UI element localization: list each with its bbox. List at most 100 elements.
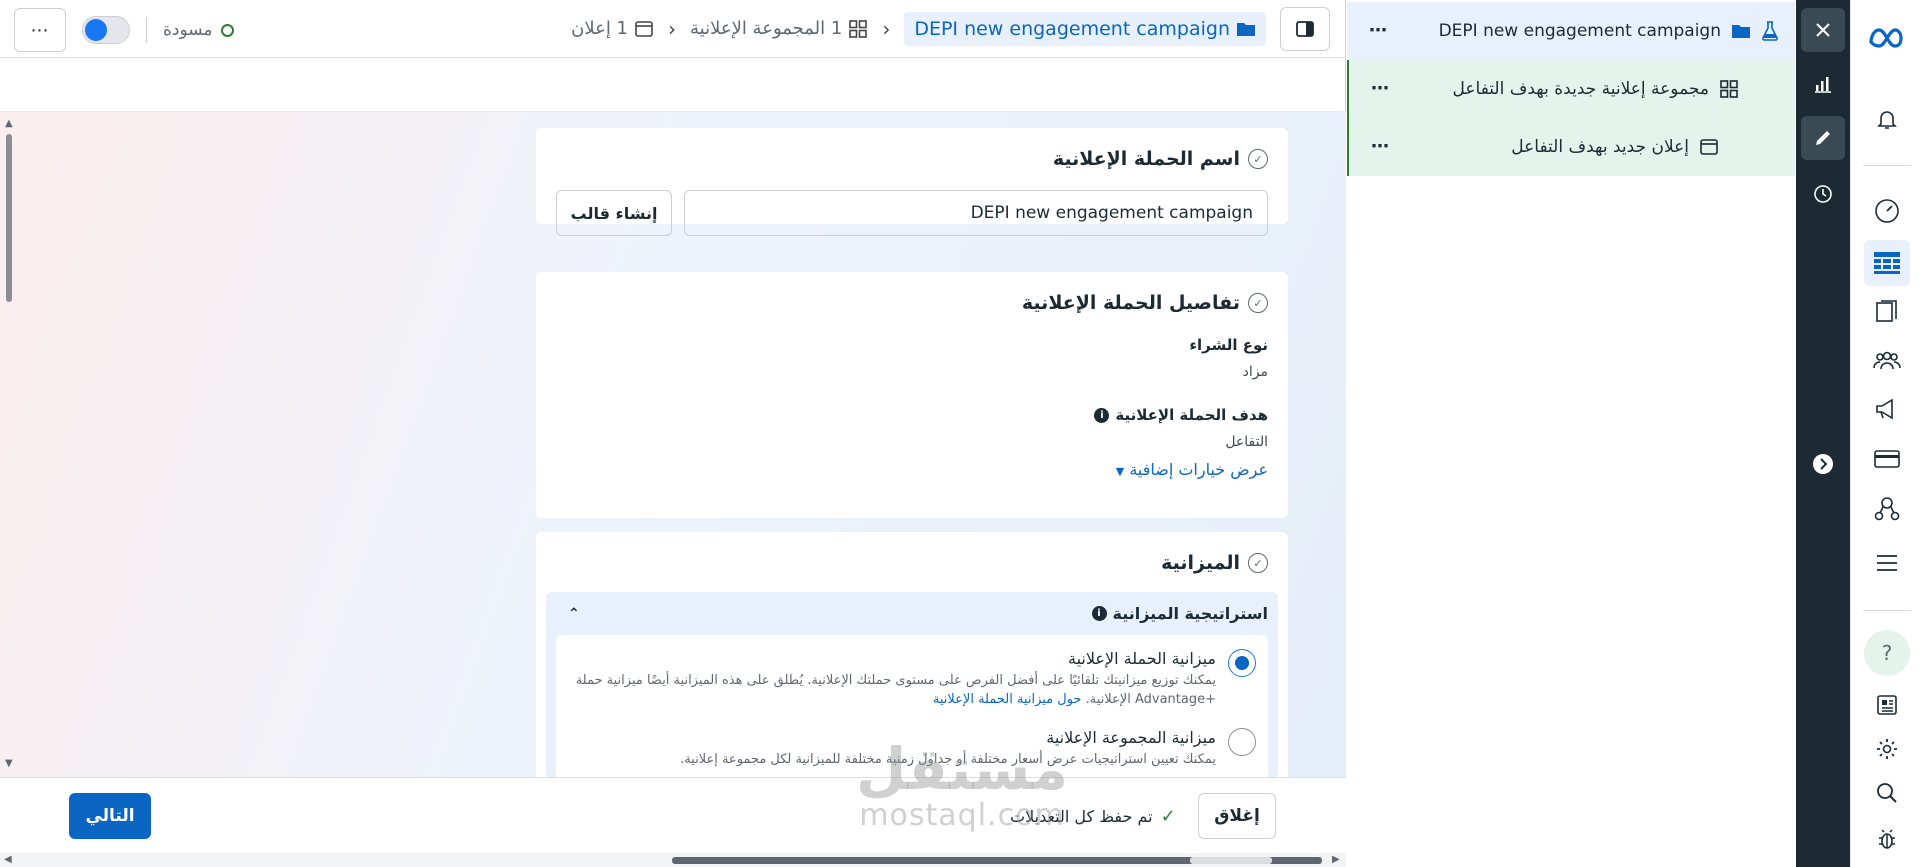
chevron-right-circle-icon[interactable]: [1801, 442, 1845, 486]
radio-selected[interactable]: [1228, 649, 1256, 677]
editor-bottombar: التالي ✓ تم حفظ كل التعديلات إغلاق: [0, 777, 1346, 853]
check-circle-icon: ✓: [1248, 553, 1268, 573]
news-icon[interactable]: [1864, 682, 1910, 728]
topbar-actions: ⋯ مسودة: [14, 8, 234, 52]
budget-strategy-label-row: استراتيجية الميزانية i: [1091, 604, 1269, 623]
budget-option-text: ميزانية الحملة الإعلانية يمكنك توزيع ميز…: [568, 649, 1216, 710]
tree-item-label: إعلان جديد بهدف التفاعل: [1511, 137, 1689, 157]
help-icon[interactable]: ?: [1864, 630, 1910, 676]
budget-heading: ✓ الميزانية: [556, 552, 1268, 574]
about-campaign-budget-link[interactable]: حول ميزانية الحملة الإعلانية: [933, 692, 1082, 707]
budget-options: ميزانية الحملة الإعلانية يمكنك توزيع ميز…: [556, 635, 1268, 777]
audience-icon[interactable]: [1864, 338, 1910, 384]
campaign-name-input[interactable]: DEPI new engagement campaign: [684, 190, 1268, 236]
pencil-icon[interactable]: [1801, 116, 1845, 160]
info-icon[interactable]: i: [1094, 407, 1110, 423]
ad-icon: [1699, 138, 1719, 156]
objective-value: التفاعل: [1225, 434, 1268, 450]
budget-option-adset[interactable]: ميزانية المجموعة الإعلانية يمكنك تعيين ا…: [568, 727, 1256, 770]
search-icon[interactable]: [1864, 770, 1910, 816]
next-button[interactable]: التالي: [69, 793, 151, 839]
radio-unselected[interactable]: [1228, 727, 1256, 756]
breadcrumb-campaign[interactable]: DEPI new engagement campaign: [904, 11, 1266, 46]
campaign-name-card: ✓ اسم الحملة الإعلانية DEPI new engageme…: [536, 128, 1288, 236]
breadcrumb-adset-label: 1 المجموعة الإعلانية: [690, 18, 843, 39]
editor-subbar: [0, 58, 1346, 112]
campaign-name-title: اسم الحملة الإعلانية: [1052, 148, 1240, 170]
close-button[interactable]: إغلاق: [1198, 793, 1276, 839]
budget-option-title: ميزانية الحملة الإعلانية: [1068, 649, 1216, 668]
toggle-knob: [85, 19, 107, 41]
more-options-button[interactable]: ⋯: [14, 8, 66, 52]
breadcrumb-campaign-label: DEPI new engagement campaign: [914, 17, 1230, 40]
editor-pane: DEPI new engagement campaign ‹ 1 المجموع…: [0, 0, 1346, 867]
nav-divider: [1863, 165, 1911, 166]
info-icon[interactable]: i: [1091, 606, 1107, 621]
chevron-up-icon[interactable]: ⌃: [556, 606, 580, 622]
megaphone-icon[interactable]: [1864, 386, 1910, 432]
bell-icon[interactable]: [1864, 96, 1910, 142]
business-network-icon[interactable]: [1864, 486, 1910, 532]
editor-topbar: DEPI new engagement campaign ‹ 1 المجموع…: [0, 0, 1346, 58]
grid-icon: [1719, 79, 1739, 99]
budget-option-text: ميزانية المجموعة الإعلانية يمكنك تعيين ا…: [680, 728, 1216, 770]
budget-option-desc: يمكنك تعيين استراتيجيات عرض أسعار مختلفة…: [680, 751, 1216, 767]
table-icon[interactable]: [1864, 240, 1910, 286]
buying-type-value: مزاد: [1242, 364, 1268, 380]
scrollbar-thumb[interactable]: [6, 134, 12, 302]
chevron-left-icon: ‹: [882, 16, 891, 41]
nav-divider: [1863, 610, 1911, 611]
editor-canvas: ✓ اسم الحملة الإعلانية DEPI new engageme…: [0, 112, 1346, 777]
tree-item-ad[interactable]: إعلان جديد بهدف التفاعل ⋯: [1347, 118, 1795, 176]
budget-option-campaign[interactable]: ميزانية الحملة الإعلانية يمكنك توزيع ميز…: [568, 649, 1256, 710]
more-icon[interactable]: ⋯: [1369, 20, 1388, 41]
objective-label-row: هدف الحملة الإعلانية i: [556, 406, 1268, 424]
budget-strategy-label: استراتيجية الميزانية: [1112, 604, 1269, 623]
campaign-details-heading: ✓ تفاصيل الحملة الإعلانية: [556, 292, 1268, 314]
tree-item-campaign[interactable]: DEPI new engagement campaign ⋯: [1347, 2, 1795, 60]
clock-icon[interactable]: [1801, 172, 1845, 216]
panel-toggle-button[interactable]: [1280, 6, 1330, 51]
meta-logo-icon[interactable]: [1864, 14, 1910, 60]
radio-dot: [1235, 656, 1249, 670]
campaign-details-card: ✓ تفاصيل الحملة الإعلانية نوع الشراء مزا…: [536, 272, 1288, 518]
more-icon[interactable]: ⋯: [1371, 78, 1390, 99]
horizontal-scrollbar[interactable]: ◀ ▶: [0, 853, 1346, 867]
tree-item-adset[interactable]: مجموعة إعلانية جديدة بهدف التفاعل ⋯: [1347, 60, 1795, 118]
scroll-right-icon[interactable]: ▶: [1332, 854, 1340, 865]
settings-gear-icon[interactable]: [1864, 726, 1910, 772]
scroll-down-icon[interactable]: ▼: [5, 758, 13, 769]
breadcrumb-ad[interactable]: 1 إعلان: [571, 18, 654, 39]
more-options-link[interactable]: عرض خيارات إضافية ▼: [556, 460, 1268, 479]
draft-status-label: مسودة: [163, 20, 213, 40]
vertical-scrollbar[interactable]: ▲ ▼: [3, 118, 15, 773]
budget-strategy-section: استراتيجية الميزانية i ⌃ ميزانية الحملة …: [546, 592, 1278, 777]
credit-card-icon[interactable]: [1864, 436, 1910, 482]
budget-option-desc: يمكنك توزيع ميزانيتك تلقائيًا على أفضل ا…: [568, 672, 1216, 710]
check-circle-icon: ✓: [1248, 293, 1268, 313]
more-options-link-label: عرض خيارات إضافية: [1129, 460, 1268, 479]
budget-strategy-header[interactable]: استراتيجية الميزانية i ⌃: [556, 604, 1268, 635]
caret-down-icon: ▼: [1115, 465, 1125, 478]
chevron-left-icon: ‹: [668, 16, 676, 41]
scrollbar-thumb-secondary: [1190, 857, 1272, 864]
breadcrumb-ad-label: 1 إعلان: [571, 18, 628, 39]
menu-icon[interactable]: [1864, 540, 1910, 586]
campaign-tree-panel: DEPI new engagement campaign ⋯ مجموعة إع…: [1347, 0, 1795, 867]
scroll-left-icon[interactable]: ◀: [4, 854, 12, 865]
more-icon[interactable]: ⋯: [1371, 136, 1390, 157]
close-icon[interactable]: [1801, 8, 1845, 52]
breadcrumb-adset[interactable]: 1 المجموعة الإعلانية: [690, 18, 868, 39]
checkmark-icon: ✓: [1160, 806, 1176, 827]
flask-icon: [1761, 21, 1779, 41]
campaign-name-heading: ✓ اسم الحملة الإعلانية: [556, 148, 1268, 170]
gauge-icon[interactable]: [1864, 188, 1910, 234]
bar-chart-icon[interactable]: [1801, 62, 1845, 106]
pages-icon[interactable]: [1864, 288, 1910, 334]
scroll-up-icon[interactable]: ▲: [5, 118, 13, 129]
campaign-toggle[interactable]: [82, 16, 130, 44]
check-circle-icon: ✓: [1248, 149, 1268, 169]
bug-icon[interactable]: [1864, 816, 1910, 862]
create-template-button[interactable]: إنشاء قالب: [556, 190, 672, 236]
saved-status: ✓ تم حفظ كل التعديلات: [1010, 806, 1176, 827]
